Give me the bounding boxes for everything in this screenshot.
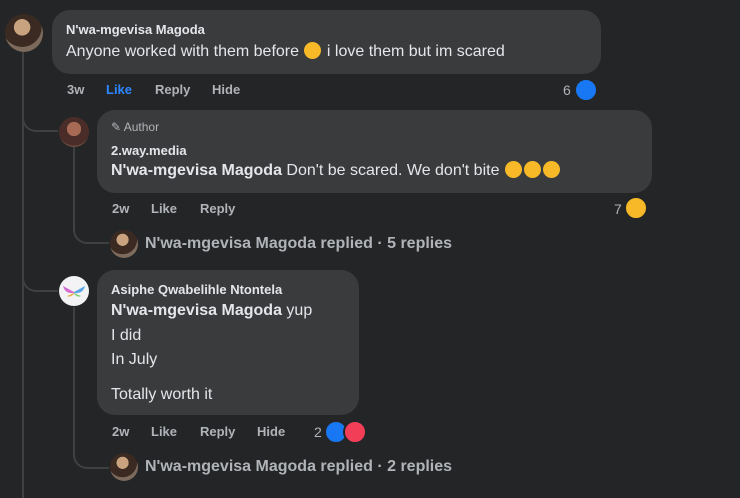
avatar[interactable] bbox=[110, 453, 138, 481]
avatar[interactable] bbox=[5, 14, 43, 52]
thread-connector-2-replies bbox=[73, 447, 109, 469]
comment-bubble: N'wa-mgevisa Magoda Anyone worked with t… bbox=[52, 10, 601, 74]
mention-tag[interactable]: N'wa-mgevisa Magoda bbox=[111, 162, 282, 179]
replies-count: replied · 2 replies bbox=[320, 458, 453, 475]
replies-author: N'wa-mgevisa Magoda bbox=[145, 235, 316, 252]
replies-count: replied · 5 replies bbox=[320, 235, 453, 252]
like-reaction-icon[interactable] bbox=[574, 78, 598, 102]
like-button[interactable]: Like bbox=[151, 201, 177, 216]
comment-bubble: ✎ Author 2.way.media N'wa-mgevisa Magoda… bbox=[97, 110, 652, 193]
flushed-emoji-icon bbox=[304, 42, 322, 59]
thread-line-sub-2 bbox=[73, 307, 75, 457]
avatar[interactable] bbox=[110, 230, 138, 258]
hide-button[interactable]: Hide bbox=[212, 82, 240, 97]
avatar[interactable] bbox=[59, 117, 89, 147]
comment-text-after: i love them but im scared bbox=[326, 43, 505, 60]
comment-text-line: Totally worth it bbox=[111, 386, 213, 403]
comment-text: N'wa-mgevisa Magoda Don't be scared. We … bbox=[111, 161, 561, 181]
reply-button[interactable]: Reply bbox=[200, 424, 235, 439]
comment-text-body: Don't be scared. We don't bite bbox=[286, 162, 500, 179]
comment-text-line: I did bbox=[111, 327, 142, 344]
view-replies-link[interactable]: N'wa-mgevisa Magoda replied · 5 replies bbox=[145, 235, 452, 253]
comment-time[interactable]: 2w bbox=[112, 424, 129, 439]
thread-line-sub-1 bbox=[73, 147, 75, 232]
comment-text-before: Anyone worked with them before bbox=[66, 43, 300, 60]
reply-button[interactable]: Reply bbox=[200, 201, 235, 216]
comment-text: Anyone worked with them before i love th… bbox=[66, 42, 505, 62]
haha-reaction-icon[interactable] bbox=[624, 196, 648, 220]
wings-logo-icon bbox=[63, 286, 85, 297]
thread-connector-1-replies bbox=[73, 222, 109, 244]
hide-button[interactable]: Hide bbox=[257, 424, 285, 439]
comment-author[interactable]: 2.way.media bbox=[111, 143, 187, 158]
laughing-emoji-icon bbox=[542, 161, 560, 178]
author-badge-label: Author bbox=[123, 120, 160, 134]
reaction-count[interactable]: 7 bbox=[614, 201, 622, 217]
laughing-emoji-icon bbox=[504, 161, 522, 178]
avatar[interactable] bbox=[59, 276, 89, 306]
comment-author[interactable]: Asiphe Qwabelihle Ntontela bbox=[111, 282, 282, 297]
thread-connector-1 bbox=[22, 100, 58, 132]
reply-button[interactable]: Reply bbox=[155, 82, 190, 97]
comment-text-line: N'wa-mgevisa Magoda yup bbox=[111, 301, 312, 321]
mention-tag[interactable]: N'wa-mgevisa Magoda bbox=[111, 302, 282, 319]
like-button[interactable]: Like bbox=[106, 82, 132, 97]
laughing-emoji-icon bbox=[523, 161, 541, 178]
author-badge: ✎ Author bbox=[111, 120, 159, 134]
comment-time[interactable]: 2w bbox=[112, 201, 129, 216]
reaction-count[interactable]: 2 bbox=[314, 424, 322, 440]
like-button[interactable]: Like bbox=[151, 424, 177, 439]
thread-connector-2 bbox=[22, 262, 58, 292]
view-replies-link[interactable]: N'wa-mgevisa Magoda replied · 2 replies bbox=[145, 458, 452, 476]
comment-text-body: yup bbox=[286, 302, 313, 319]
comment-text-line: In July bbox=[111, 351, 158, 368]
comment-author[interactable]: N'wa-mgevisa Magoda bbox=[66, 22, 205, 37]
replies-author: N'wa-mgevisa Magoda bbox=[145, 458, 316, 475]
comment-bubble: Asiphe Qwabelihle Ntontela N'wa-mgevisa … bbox=[97, 270, 359, 415]
comment-time[interactable]: 3w bbox=[67, 82, 84, 97]
pencil-icon: ✎ bbox=[111, 120, 122, 134]
reaction-count[interactable]: 6 bbox=[563, 82, 571, 98]
love-reaction-icon[interactable] bbox=[343, 420, 367, 444]
